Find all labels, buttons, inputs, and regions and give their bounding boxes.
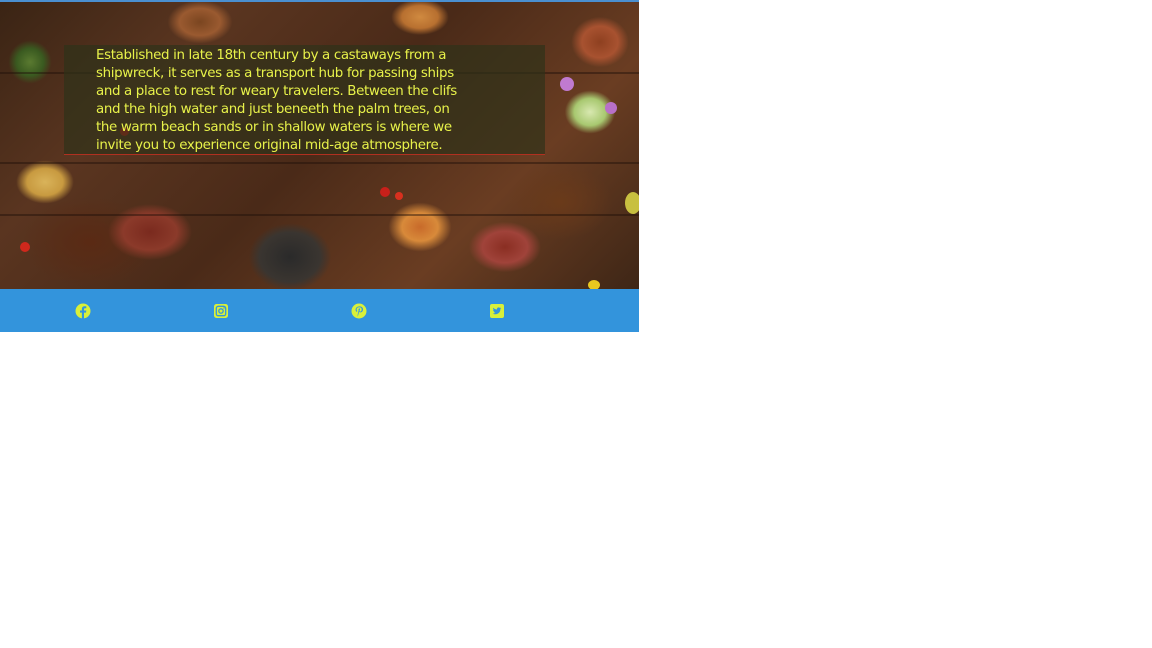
lemon-decoration: [588, 280, 600, 289]
tomato-decoration: [20, 242, 30, 252]
facebook-link[interactable]: [75, 303, 91, 319]
social-bar: [0, 289, 639, 332]
table-plank: [0, 162, 639, 164]
twitter-link[interactable]: [489, 303, 505, 319]
instagram-link[interactable]: [213, 303, 229, 319]
flower-decoration: [605, 102, 617, 114]
facebook-icon: [75, 303, 91, 319]
page: Established in late 18th century by a ca…: [0, 0, 1152, 648]
flower-decoration: [560, 77, 574, 91]
instagram-icon: [214, 304, 228, 318]
hero-banner: Established in late 18th century by a ca…: [0, 0, 639, 289]
tomato-decoration: [380, 187, 390, 197]
pinterest-link[interactable]: [351, 303, 367, 319]
pinterest-icon: [351, 303, 367, 319]
table-plank: [0, 214, 639, 216]
twitter-icon: [490, 304, 504, 318]
tomato-decoration: [395, 192, 403, 200]
hero-description: Established in late 18th century by a ca…: [96, 48, 457, 153]
avocado-decoration: [625, 192, 639, 214]
